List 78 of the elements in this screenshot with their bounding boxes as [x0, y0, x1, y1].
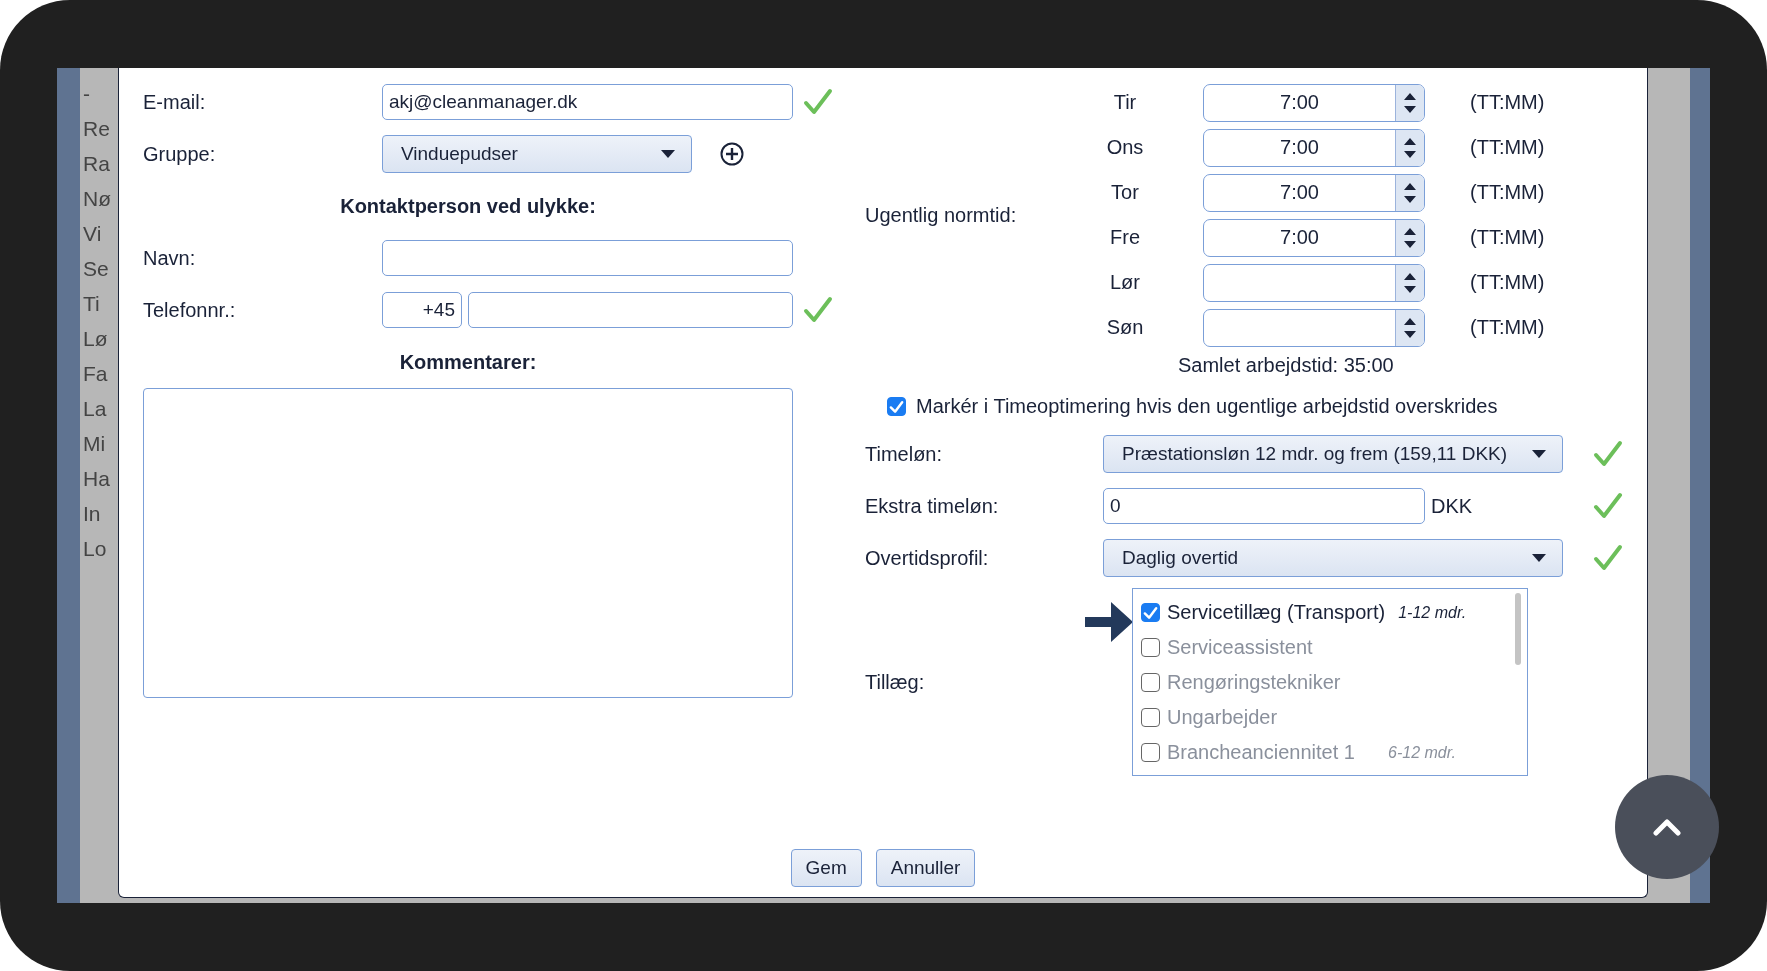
sidebar-item[interactable]: Ra: [80, 146, 110, 181]
supplement-label[interactable]: Servicetillæg (Transport): [1167, 601, 1386, 624]
total-hours: Samlet arbejdstid: 35:00: [1178, 354, 1395, 377]
sidebar-item[interactable]: Lø: [80, 321, 108, 356]
country-code-field[interactable]: +45: [382, 292, 462, 328]
time-spinner-field[interactable]: 7:00: [1203, 173, 1425, 212]
extra-wage-field[interactable]: 0: [1103, 488, 1425, 524]
caret-icon: [1532, 554, 1546, 562]
time-spinner-field[interactable]: [1203, 263, 1425, 302]
group-dropdown[interactable]: Vinduepudser: [382, 135, 692, 173]
checkbox[interactable]: [1141, 638, 1160, 657]
supplement-label[interactable]: Brancheanciennitet 1: [1167, 741, 1375, 764]
sidebar-item[interactable]: Vi: [80, 216, 102, 251]
day-label: Tor: [1110, 181, 1140, 204]
format-hint: (TT:MM): [1470, 316, 1545, 339]
sidebar-item[interactable]: -: [80, 76, 90, 111]
checkbox[interactable]: [1141, 603, 1160, 622]
checkbox[interactable]: [1141, 673, 1160, 692]
overtime-dropdown[interactable]: Daglig overtid: [1103, 539, 1563, 577]
section-heading: Kommentarer:: [398, 350, 538, 374]
caret-icon: [661, 150, 675, 158]
field-label: Overtidsprofil:: [865, 546, 990, 570]
format-hint: (TT:MM): [1470, 181, 1545, 204]
sidebar-item[interactable]: Lo: [80, 531, 107, 566]
add-icon[interactable]: [720, 142, 744, 166]
scrollbar[interactable]: [1515, 593, 1521, 665]
comments-field[interactable]: [143, 388, 793, 698]
supplement-list[interactable]: Servicetillæg (Transport) 1-12 mdr. Serviceassistent Rengøringstekniker Ungarbejder Brancheanciennitet 1 6-12 mdr.: [1132, 588, 1528, 776]
sidebar-item[interactable]: Se: [80, 251, 109, 286]
currency-label: DKK: [1431, 494, 1473, 518]
format-hint: (TT:MM): [1470, 136, 1545, 159]
format-hint: (TT:MM): [1470, 91, 1545, 114]
checkbox[interactable]: [887, 397, 906, 416]
sidebar-item[interactable]: Re: [80, 111, 110, 146]
field-label: Navn:: [143, 246, 197, 270]
day-label: Fre: [1109, 226, 1141, 249]
supplement-label[interactable]: Serviceassistent: [1167, 636, 1375, 659]
hourly-wage-dropdown[interactable]: Præstationsløn 12 mdr. og frem (159,11 DKK): [1103, 435, 1563, 473]
checkbox[interactable]: [1141, 708, 1160, 727]
field-label: Timeløn:: [865, 442, 944, 466]
dialog-button[interactable]: Annuller: [875, 849, 976, 887]
field-label: Ugentlig normtid:: [865, 203, 1018, 227]
supplement-label[interactable]: Ungarbejder: [1167, 706, 1375, 729]
day-label: Tir: [1112, 91, 1138, 114]
email-field[interactable]: akj@cleanmanager.dk: [382, 84, 793, 120]
day-label: Lør: [1109, 271, 1141, 294]
phone-field[interactable]: [468, 292, 793, 328]
caret-icon: [1532, 450, 1546, 458]
sidebar-item[interactable]: Nø: [80, 181, 111, 216]
supplement-label[interactable]: Rengøringstekniker: [1167, 671, 1375, 694]
time-spinner-field[interactable]: [1203, 308, 1425, 347]
day-label: Ons: [1105, 136, 1145, 159]
sidebar-item[interactable]: Ha: [80, 461, 110, 496]
sidebar-item[interactable]: In: [80, 496, 101, 531]
checkbox-label[interactable]: Markér i Timeoptimering hvis den ugentlige arbejdstid overskrides: [916, 395, 1498, 418]
duration-note: 1-12 mdr.: [1397, 603, 1467, 622]
field-label: Tillæg:: [865, 670, 926, 694]
duration-note: 6-12 mdr.: [1387, 743, 1456, 762]
field-label: E-mail:: [143, 90, 207, 114]
time-spinner-field[interactable]: 7:00: [1203, 83, 1425, 122]
sidebar-item[interactable]: Fa: [80, 356, 108, 391]
chevron-up-icon: [1653, 818, 1681, 836]
time-spinner-field[interactable]: 7:00: [1203, 128, 1425, 167]
field-label: Ekstra timeløn:: [865, 494, 1000, 518]
field-label: Gruppe:: [143, 142, 217, 166]
name-field[interactable]: [382, 240, 793, 276]
field-label: Telefonnr.:: [143, 298, 237, 322]
day-label: Søn: [1105, 316, 1145, 339]
section-heading: Kontaktperson ved ulykke:: [339, 194, 597, 218]
arrow-icon: [1085, 600, 1135, 644]
dialog-button[interactable]: Gem: [790, 849, 862, 887]
format-hint: (TT:MM): [1470, 226, 1545, 249]
time-spinner-field[interactable]: 7:00: [1203, 218, 1425, 257]
sidebar-item[interactable]: Mi: [80, 426, 106, 461]
checkbox[interactable]: [1141, 743, 1160, 762]
sidebar-item[interactable]: La: [80, 391, 107, 426]
sidebar-item[interactable]: Ti: [80, 286, 100, 321]
format-hint: (TT:MM): [1470, 271, 1545, 294]
